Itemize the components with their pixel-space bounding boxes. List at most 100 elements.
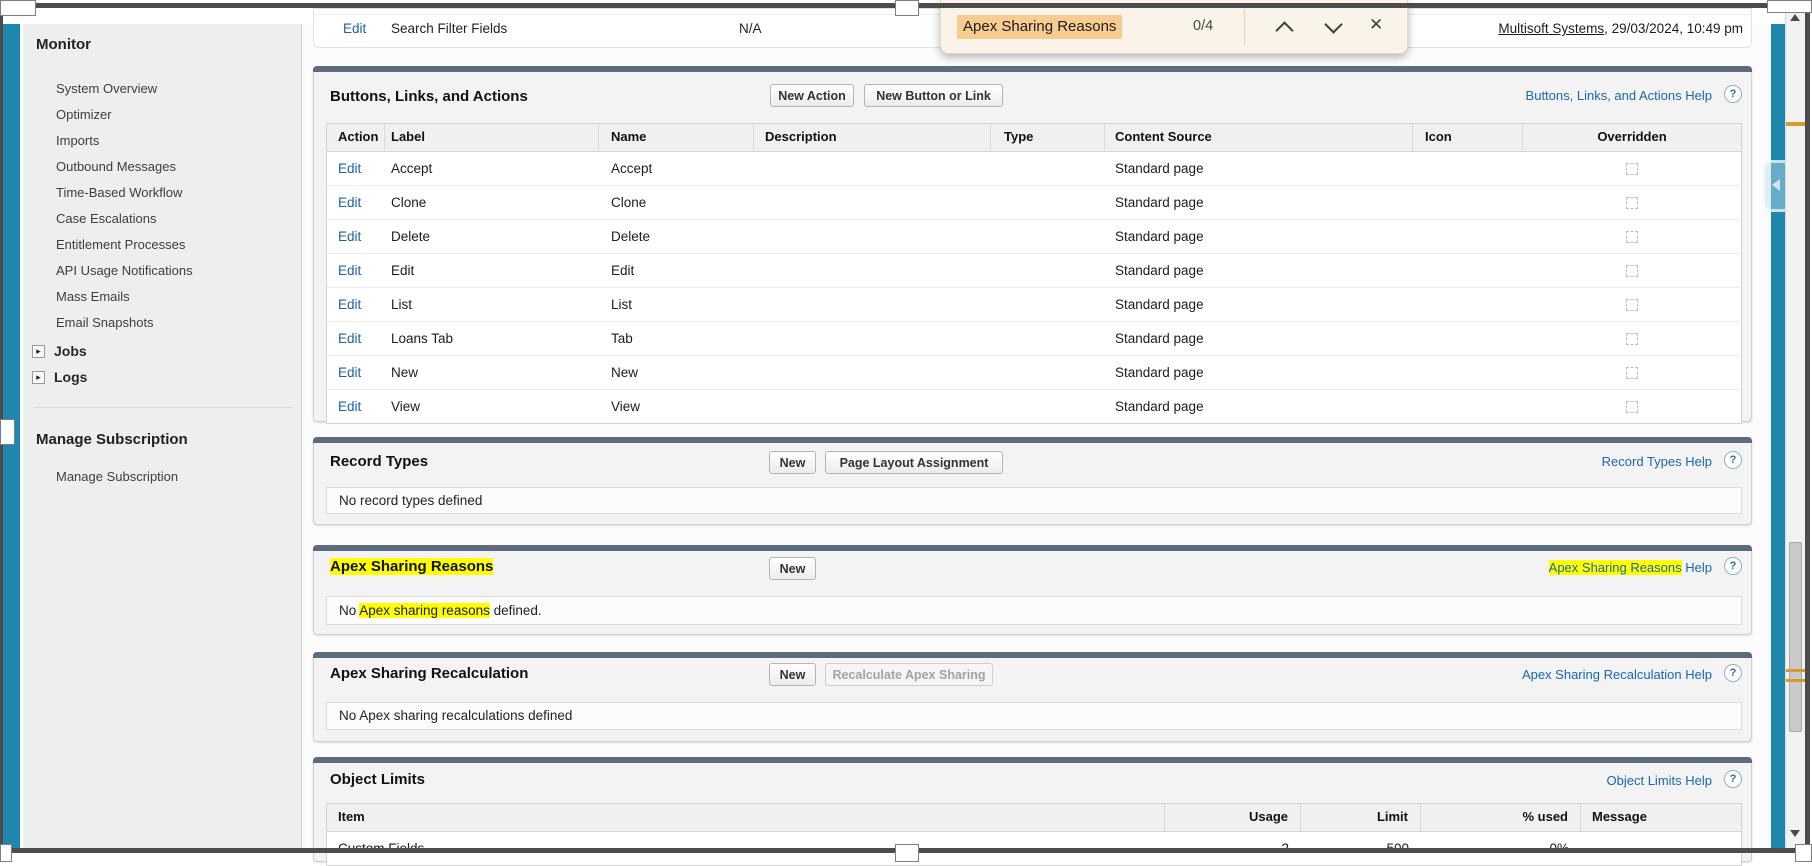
help-question-icon[interactable]: ? <box>1724 85 1742 103</box>
sidebar-item-case-escalations[interactable]: Case Escalations <box>56 211 156 226</box>
find-match-marker <box>1786 122 1805 126</box>
edit-link[interactable]: Edit <box>327 399 385 414</box>
help-question-icon[interactable]: ? <box>1724 557 1742 575</box>
section-top-strip <box>313 545 1752 551</box>
object-limits-help-link[interactable]: Object Limits Help <box>1607 773 1712 788</box>
search-filter-fields-label: Search Filter Fields <box>391 21 508 36</box>
new-button-or-link-button[interactable]: New Button or Link <box>864 84 1003 107</box>
modified-by-user-link[interactable]: Multisoft Systems <box>1498 21 1604 36</box>
modified-by: Multisoft Systems, 29/03/2024, 10:49 pm <box>1498 21 1743 36</box>
overridden-checkbox <box>1626 162 1638 175</box>
cell-name: New <box>611 365 639 380</box>
overridden-checkbox <box>1626 366 1638 379</box>
overridden-checkbox <box>1626 332 1638 345</box>
new-action-button[interactable]: New Action <box>770 84 854 107</box>
edit-link[interactable]: Edit <box>327 365 385 380</box>
find-next-icon[interactable] <box>1324 15 1343 34</box>
sidebar-header-manage-subscription: Manage Subscription <box>36 431 188 448</box>
help-question-icon[interactable]: ? <box>1724 770 1742 788</box>
apex-sharing-reasons-new-button[interactable]: New <box>769 557 816 580</box>
resize-handle-bottom-right[interactable] <box>1795 844 1812 862</box>
resize-handle-top-center[interactable] <box>895 0 919 16</box>
overridden-checkbox <box>1626 400 1638 413</box>
vertical-scrollbar[interactable] <box>1785 3 1805 848</box>
col-header-description: Description <box>754 124 991 151</box>
col-header-action: Action <box>327 124 385 151</box>
cell-name: Edit <box>611 263 635 278</box>
buttons-links-actions-help-link[interactable]: Buttons, Links, and Actions Help <box>1526 88 1712 103</box>
resize-handle-top-left[interactable] <box>0 0 36 16</box>
section-record-types: Record Types New Page Layout Assignment … <box>313 437 1752 525</box>
edit-link[interactable]: Edit <box>327 161 385 176</box>
cell-content-source: Standard page <box>1115 161 1204 176</box>
sidebar-item-optimizer[interactable]: Optimizer <box>56 107 112 122</box>
section-top-strip <box>313 757 1752 763</box>
table-row: Edit View View Standard page <box>327 390 1741 423</box>
cell-content-source: Standard page <box>1115 399 1204 414</box>
sidebar-item-email-snapshots[interactable]: Email Snapshots <box>56 315 154 330</box>
section-object-limits: Object Limits Object Limits Help ? Item … <box>313 757 1752 866</box>
section-title-apex-sharing-reasons: Apex Sharing Reasons <box>330 558 494 575</box>
resize-handle-bottom-center[interactable] <box>895 844 919 862</box>
find-close-icon[interactable]: ✕ <box>1369 15 1383 35</box>
scroll-down-arrow-icon[interactable] <box>1790 830 1800 837</box>
cell-label: New <box>391 365 419 380</box>
apex-sharing-recalculation-new-button[interactable]: New <box>769 663 816 686</box>
record-types-new-button[interactable]: New <box>769 451 816 474</box>
cell-label: Accept <box>391 161 433 176</box>
help-question-icon[interactable]: ? <box>1724 451 1742 469</box>
edit-link[interactable]: Edit <box>327 229 385 244</box>
sidebar-item-mass-emails[interactable]: Mass Emails <box>56 289 130 304</box>
sidebar-item-api-usage-notifications[interactable]: API Usage Notifications <box>56 263 193 278</box>
find-match-highlight: Apex Sharing Reasons <box>330 558 494 575</box>
apex-sharing-recalculation-help-link[interactable]: Apex Sharing Recalculation Help <box>1522 667 1712 682</box>
resize-handle-left-middle[interactable] <box>0 419 15 445</box>
sidebar-item-entitlement-processes[interactable]: Entitlement Processes <box>56 237 185 252</box>
resize-handle-bottom-left[interactable] <box>0 844 12 862</box>
sidebar-item-system-overview[interactable]: System Overview <box>56 81 157 96</box>
cell-content-source: Standard page <box>1115 229 1204 244</box>
resize-handle-top-right[interactable] <box>1767 0 1812 13</box>
section-title-object-limits: Object Limits <box>330 771 426 788</box>
page-layout-assignment-button[interactable]: Page Layout Assignment <box>825 451 1003 474</box>
col-header-label: Label <box>385 124 599 151</box>
help-suffix: Help <box>1681 560 1712 575</box>
cell-label: Edit <box>391 263 415 278</box>
sidebar-item-outbound-messages[interactable]: Outbound Messages <box>56 159 176 174</box>
chevron-left-icon <box>1772 179 1780 191</box>
sidebar-item-logs[interactable]: Logs <box>54 369 87 385</box>
edit-link[interactable]: Edit <box>327 297 385 312</box>
cell-label: Loans Tab <box>391 331 454 346</box>
apex-sharing-reasons-empty-message: No Apex sharing reasons defined. <box>326 596 1742 625</box>
find-previous-icon[interactable] <box>1275 21 1294 40</box>
scrollbar-thumb[interactable] <box>1789 542 1802 732</box>
expand-icon-jobs[interactable]: ▸ <box>32 345 45 358</box>
expand-icon-logs[interactable]: ▸ <box>32 371 45 384</box>
scroll-up-arrow-icon[interactable] <box>1790 14 1800 21</box>
edit-search-filter-fields-link[interactable]: Edit <box>343 21 366 36</box>
overridden-checkbox <box>1626 298 1638 311</box>
find-query-text[interactable]: Apex Sharing Reasons <box>957 15 1123 39</box>
edit-link[interactable]: Edit <box>327 195 385 210</box>
col-header-icon: Icon <box>1413 124 1523 151</box>
table-row: Edit Loans Tab Tab Standard page <box>327 322 1741 356</box>
cell-name: View <box>611 399 641 414</box>
col-header-type: Type <box>991 124 1105 151</box>
sidebar-item-manage-subscription[interactable]: Manage Subscription <box>56 469 178 484</box>
cell-name: List <box>611 297 633 312</box>
cell-overridden <box>1523 230 1741 243</box>
recalculate-apex-sharing-button: Recalculate Apex Sharing <box>825 663 993 686</box>
sidebar-item-jobs[interactable]: Jobs <box>54 343 87 359</box>
edit-link[interactable]: Edit <box>327 331 385 346</box>
sidebar-item-time-based-workflow[interactable]: Time-Based Workflow <box>56 185 182 200</box>
edit-link[interactable]: Edit <box>327 263 385 278</box>
record-types-help-link[interactable]: Record Types Help <box>1602 454 1712 469</box>
cell-content-source: Standard page <box>1115 263 1204 278</box>
setup-sidebar: Monitor System Overview Optimizer Import… <box>23 24 302 848</box>
help-question-icon[interactable]: ? <box>1724 664 1742 682</box>
sidebar-item-imports[interactable]: Imports <box>56 133 99 148</box>
apex-sharing-reasons-help-link[interactable]: Apex Sharing Reasons Help <box>1548 560 1712 575</box>
sidebar-header-monitor: Monitor <box>36 36 91 53</box>
cell-content-source: Standard page <box>1115 331 1204 346</box>
col-header-message: Message <box>1592 809 1647 824</box>
